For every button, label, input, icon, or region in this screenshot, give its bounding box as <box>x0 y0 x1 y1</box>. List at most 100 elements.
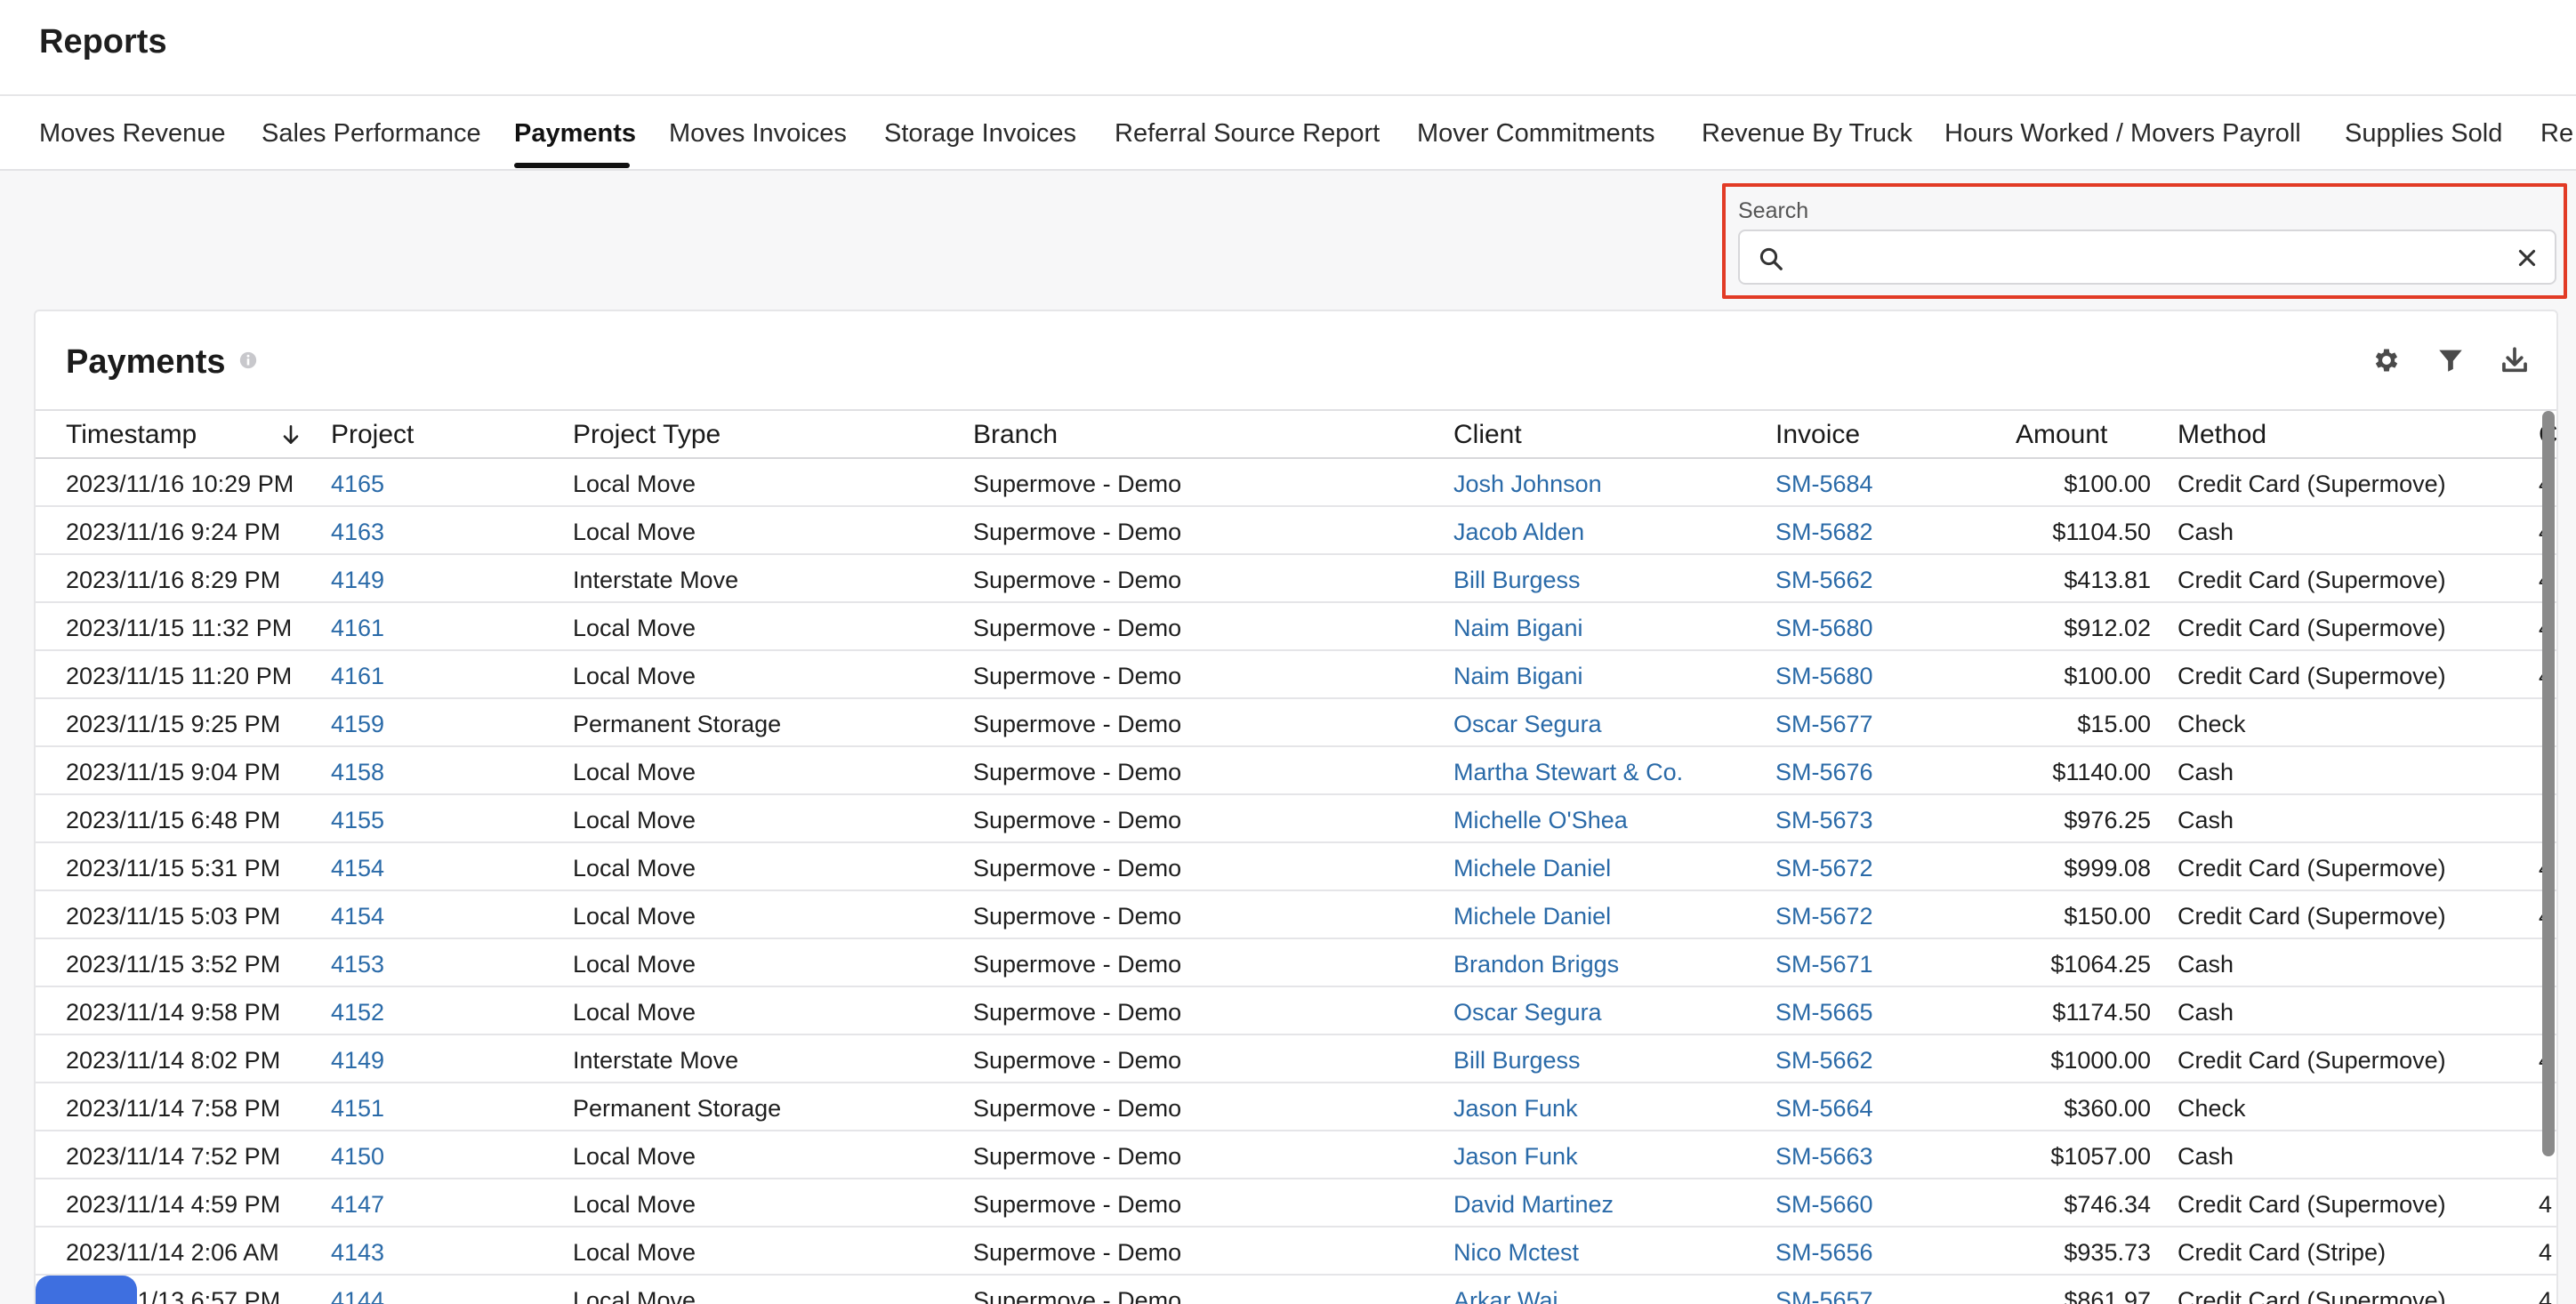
search-box[interactable] <box>1738 229 2556 285</box>
close-icon[interactable] <box>2516 246 2539 270</box>
cell-invoice[interactable]: SM-5660 <box>1775 1189 1873 1219</box>
column-header-invoice[interactable]: Invoice <box>1775 418 1860 452</box>
cell-client[interactable]: Oscar Segura <box>1453 709 1602 739</box>
cell-project[interactable]: 4163 <box>331 517 384 547</box>
table-row: 2023/11/14 7:58 PM 4151 Permanent Storage S… <box>36 1083 2556 1131</box>
tab-re[interactable]: Re <box>2540 116 2573 151</box>
column-header-timestamp[interactable]: Timestamp <box>66 418 197 452</box>
floating-action-button[interactable] <box>36 1276 137 1304</box>
table-scrollbar[interactable] <box>2542 411 2555 1156</box>
cell-invoice[interactable]: SM-5680 <box>1775 613 1873 643</box>
cell-client[interactable]: Martha Stewart & Co. <box>1453 757 1683 787</box>
cell-client[interactable]: Naim Bigani <box>1453 613 1583 643</box>
cell-project[interactable]: 4143 <box>331 1237 384 1268</box>
cell-invoice[interactable]: SM-5671 <box>1775 949 1873 979</box>
cell-project[interactable]: 4152 <box>331 997 384 1027</box>
cell-invoice[interactable]: SM-5676 <box>1775 757 1873 787</box>
arrow-down-icon[interactable] <box>279 423 302 447</box>
table-row: 2023/11/16 10:29 PM 4165 Local Move Supermo… <box>36 459 2556 507</box>
cell-client[interactable]: Bill Burgess <box>1453 1045 1581 1075</box>
tab-referral-source-report[interactable]: Referral Source Report <box>1115 116 1380 151</box>
cell-invoice[interactable]: SM-5672 <box>1775 901 1873 931</box>
cell-client[interactable]: Michelle O'Shea <box>1453 805 1628 835</box>
cell-project-type: Local Move <box>573 903 696 930</box>
cell-client[interactable]: Jacob Alden <box>1453 517 1584 547</box>
cell-client[interactable]: Josh Johnson <box>1453 469 1602 499</box>
cell-amount: $1174.50 <box>2052 999 2151 1026</box>
cell-project[interactable]: 4149 <box>331 565 384 595</box>
column-header-method[interactable]: Method <box>2178 418 2266 452</box>
cell-invoice[interactable]: SM-5684 <box>1775 469 1873 499</box>
tab-revenue-by-truck[interactable]: Revenue By Truck <box>1702 116 1912 151</box>
tab-supplies-sold[interactable]: Supplies Sold <box>2345 116 2502 151</box>
cell-project[interactable]: 4154 <box>331 853 384 883</box>
gear-icon[interactable] <box>2371 345 2402 375</box>
download-icon[interactable] <box>2500 345 2530 375</box>
cell-invoice[interactable]: SM-5664 <box>1775 1093 1873 1123</box>
tab-storage-invoices[interactable]: Storage Invoices <box>884 116 1076 151</box>
tab-payments[interactable]: Payments <box>514 116 636 151</box>
column-header-amount[interactable]: Amount <box>2016 418 2107 452</box>
active-tab-indicator <box>514 163 630 168</box>
cell-client[interactable]: Arkar Wai <box>1453 1285 1558 1304</box>
cell-invoice[interactable]: SM-5657 <box>1775 1285 1873 1304</box>
cell-project[interactable]: 4150 <box>331 1141 384 1171</box>
cell-invoice[interactable]: SM-5665 <box>1775 997 1873 1027</box>
cell-invoice[interactable]: SM-5680 <box>1775 661 1873 691</box>
cell-project[interactable]: 4151 <box>331 1093 384 1123</box>
tab-sales-performance[interactable]: Sales Performance <box>262 116 481 151</box>
cell-project[interactable]: 4155 <box>331 805 384 835</box>
cell-project[interactable]: 4161 <box>331 661 384 691</box>
column-header-client[interactable]: Client <box>1453 418 1522 452</box>
cell-invoice[interactable]: SM-5673 <box>1775 805 1873 835</box>
column-header-branch[interactable]: Branch <box>973 418 1058 452</box>
cell-client[interactable]: Jason Funk <box>1453 1141 1578 1171</box>
cell-project[interactable]: 4149 <box>331 1045 384 1075</box>
cell-amount: $976.25 <box>2064 807 2151 833</box>
info-icon[interactable] <box>238 350 258 370</box>
cell-client[interactable]: Brandon Briggs <box>1453 949 1619 979</box>
cell-invoice[interactable]: SM-5672 <box>1775 853 1873 883</box>
cell-method: Credit Card (Supermove) <box>2178 663 2446 689</box>
cell-invoice[interactable]: SM-5662 <box>1775 1045 1873 1075</box>
cell-client[interactable]: Bill Burgess <box>1453 565 1581 595</box>
tab-moves-revenue[interactable]: Moves Revenue <box>39 116 226 151</box>
cell-timestamp: 2023/11/14 9:58 PM <box>66 999 281 1026</box>
cell-amount: $1140.00 <box>2052 759 2151 785</box>
cell-client[interactable]: Jason Funk <box>1453 1093 1578 1123</box>
cell-invoice[interactable]: SM-5663 <box>1775 1141 1873 1171</box>
card-header: Payments <box>36 311 2556 411</box>
cell-invoice[interactable]: SM-5682 <box>1775 517 1873 547</box>
column-header-project-type[interactable]: Project Type <box>573 418 720 452</box>
cell-client[interactable]: Michele Daniel <box>1453 853 1611 883</box>
column-header-project[interactable]: Project <box>331 418 414 452</box>
cell-branch: Supermove - Demo <box>973 903 1182 930</box>
cell-client[interactable]: Nico Mctest <box>1453 1237 1579 1268</box>
cell-invoice[interactable]: SM-5677 <box>1775 709 1873 739</box>
cell-client[interactable]: Naim Bigani <box>1453 661 1583 691</box>
cell-timestamp: 2023/11/14 7:58 PM <box>66 1095 281 1122</box>
cell-client[interactable]: Michele Daniel <box>1453 901 1611 931</box>
app-root: Reports Moves Revenue Sales Performance Pa… <box>0 0 2576 1304</box>
cell-project[interactable]: 4165 <box>331 469 384 499</box>
cell-invoice[interactable]: SM-5656 <box>1775 1237 1873 1268</box>
cell-project-type: Local Move <box>573 951 696 978</box>
tab-hours-worked-movers-payroll[interactable]: Hours Worked / Movers Payroll <box>1944 116 2301 151</box>
tab-mover-commitments[interactable]: Mover Commitments <box>1417 116 1655 151</box>
cell-invoice[interactable]: SM-5662 <box>1775 565 1873 595</box>
filter-icon[interactable] <box>2435 345 2466 375</box>
cell-project-type: Local Move <box>573 519 696 545</box>
cell-project[interactable]: 4153 <box>331 949 384 979</box>
cell-client[interactable]: David Martinez <box>1453 1189 1614 1219</box>
cell-project[interactable]: 4144 <box>331 1285 384 1304</box>
cell-project[interactable]: 4159 <box>331 709 384 739</box>
cell-client[interactable]: Oscar Segura <box>1453 997 1602 1027</box>
cell-project[interactable]: 4158 <box>331 757 384 787</box>
cell-project[interactable]: 4154 <box>331 901 384 931</box>
cell-amount: $360.00 <box>2064 1095 2151 1122</box>
tab-moves-invoices[interactable]: Moves Invoices <box>669 116 847 151</box>
search-input[interactable] <box>1797 238 2508 276</box>
cell-project[interactable]: 4161 <box>331 613 384 643</box>
cell-project[interactable]: 4147 <box>331 1189 384 1219</box>
table-row: 2023/11/14 9:58 PM 4152 Local Move Supermov… <box>36 987 2556 1035</box>
